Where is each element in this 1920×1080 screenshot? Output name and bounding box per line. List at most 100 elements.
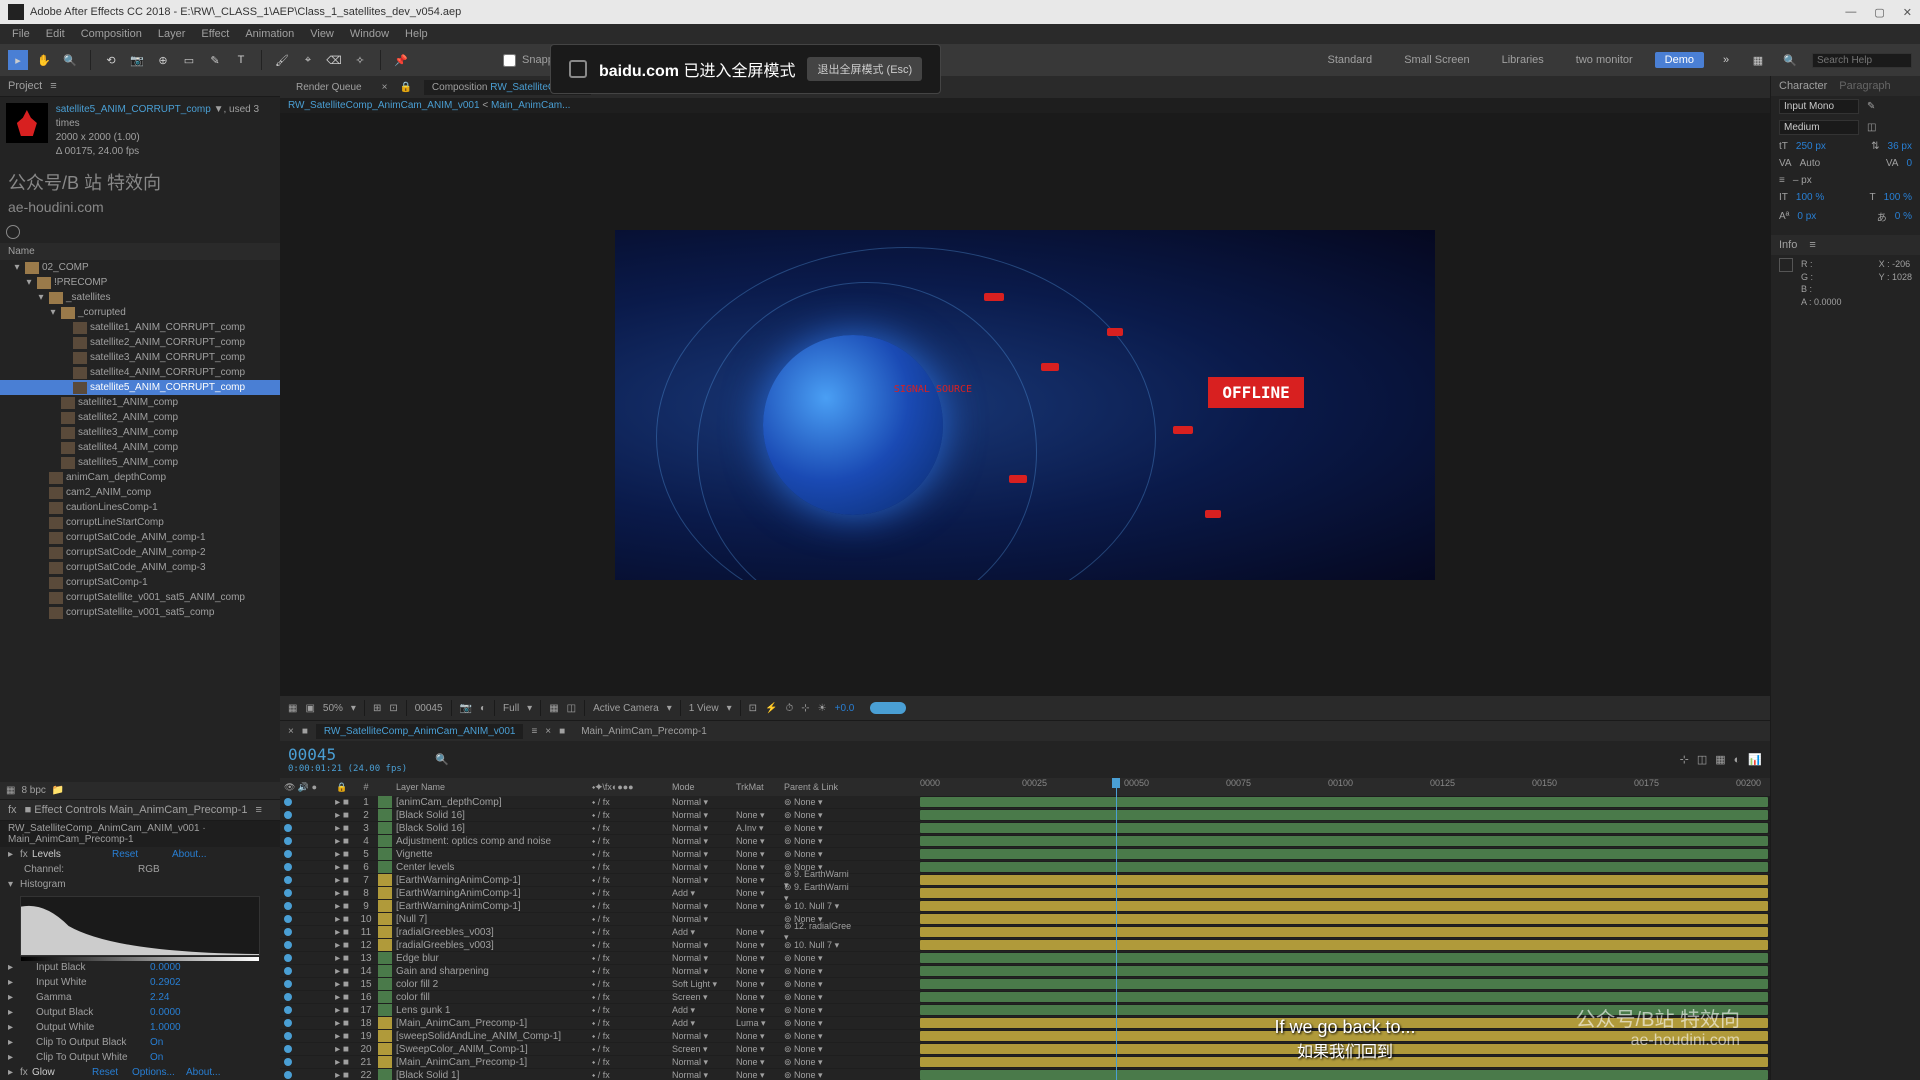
tree-item[interactable]: satellite1_ANIM_comp: [0, 395, 280, 410]
character-tab[interactable]: Character: [1779, 80, 1827, 92]
font-family-input[interactable]: [1779, 99, 1859, 114]
current-timecode[interactable]: 00045: [288, 745, 407, 764]
tree-item[interactable]: satellite3_ANIM_comp: [0, 425, 280, 440]
zoom-tool[interactable]: 🔍: [60, 50, 80, 70]
hscale-value[interactable]: 100 %: [1884, 192, 1912, 203]
tree-item[interactable]: cam2_ANIM_comp: [0, 485, 280, 500]
project-panel-tab[interactable]: Project ≡: [0, 76, 280, 97]
options-link[interactable]: Options...: [132, 1067, 186, 1078]
reset-link[interactable]: Reset: [112, 849, 172, 860]
layer-row[interactable]: ▸ ■16color fill⬩ / fxScreen ▾None ▾⊚ Non…: [280, 991, 920, 1004]
panel-menu-icon[interactable]: ≡: [1809, 239, 1815, 251]
layer-row[interactable]: ▸ ■21[Main_AnimCam_Precomp-1]⬩ / fxNorma…: [280, 1056, 920, 1069]
composition-viewport[interactable]: SIGNAL SOURCE OFFLINE: [280, 113, 1770, 696]
workspace-two-monitor[interactable]: two monitor: [1566, 52, 1643, 68]
flowchart-icon[interactable]: ⊹: [801, 703, 809, 714]
tree-item[interactable]: ▾02_COMP: [0, 260, 280, 275]
new-folder-icon[interactable]: 📁: [52, 785, 64, 796]
track-bar[interactable]: [920, 887, 1770, 900]
layer-row[interactable]: ▸ ■15color fill 2⬩ / fxSoft Light ▾None …: [280, 978, 920, 991]
tree-item[interactable]: corruptSatComp-1: [0, 575, 280, 590]
histogram-display[interactable]: [20, 896, 260, 956]
track-bar[interactable]: [920, 1069, 1770, 1080]
menu-edit[interactable]: Edit: [38, 28, 73, 40]
item-name-caret[interactable]: ▼: [214, 104, 224, 115]
menu-view[interactable]: View: [302, 28, 342, 40]
eraser-tool[interactable]: ⌫: [324, 50, 344, 70]
tree-item[interactable]: corruptLineStartComp: [0, 515, 280, 530]
brush-tool[interactable]: 🖌: [272, 50, 292, 70]
layer-row[interactable]: ▸ ■3[Black Solid 16]⬩ / fxNormal ▾A.Inv …: [280, 822, 920, 835]
puppet-tool[interactable]: 📌: [391, 50, 411, 70]
layer-row[interactable]: ▸ ■19[sweepSolidAndLine_ANIM_Comp-1]⬩ / …: [280, 1030, 920, 1043]
tree-item[interactable]: satellite5_ANIM_CORRUPT_comp: [0, 380, 280, 395]
motion-blur-icon[interactable]: ◐: [1734, 754, 1741, 766]
effect-property[interactable]: ▸Input White0.2902: [0, 975, 280, 990]
maximize-button[interactable]: ▢: [1874, 6, 1884, 19]
camera-tool[interactable]: 📷: [127, 50, 147, 70]
timeline-tab-active[interactable]: RW_SatelliteComp_AnimCam_ANIM_v001: [316, 724, 524, 739]
tree-item[interactable]: corruptSatellite_v001_sat5_ANIM_comp: [0, 590, 280, 605]
pan-behind-tool[interactable]: ⊕: [153, 50, 173, 70]
project-name-column[interactable]: Name: [0, 243, 280, 260]
fast-preview-icon[interactable]: ⚡: [765, 703, 777, 714]
menu-help[interactable]: Help: [397, 28, 436, 40]
track-bar[interactable]: [920, 822, 1770, 835]
bit-depth[interactable]: 8 bpc: [21, 785, 45, 796]
info-tab[interactable]: Info: [1779, 239, 1797, 251]
interpret-icon[interactable]: ▦: [6, 785, 15, 796]
tree-item[interactable]: satellite1_ANIM_CORRUPT_comp: [0, 320, 280, 335]
track-bar[interactable]: [920, 796, 1770, 809]
track-bar[interactable]: [920, 952, 1770, 965]
track-bar[interactable]: [920, 874, 1770, 887]
about-link[interactable]: About...: [186, 1067, 220, 1078]
eyedropper-icon[interactable]: ✎: [1867, 101, 1875, 112]
menu-effect[interactable]: Effect: [193, 28, 237, 40]
text-tool[interactable]: T: [231, 50, 251, 70]
panel-menu-icon[interactable]: ≡: [531, 726, 537, 737]
tab-marker-icon[interactable]: ■: [559, 726, 565, 737]
layer-row[interactable]: ▸ ■8[EarthWarningAnimComp-1]⬩ / fxAdd ▾N…: [280, 887, 920, 900]
timeline-icon[interactable]: ⏱: [785, 703, 793, 714]
track-bar[interactable]: [920, 900, 1770, 913]
tree-item[interactable]: ▾_satellites: [0, 290, 280, 305]
tab-close-icon[interactable]: ×: [288, 726, 294, 737]
graph-editor-icon[interactable]: 📊: [1748, 753, 1762, 766]
panel-menu-icon[interactable]: ≡: [50, 80, 56, 92]
track-bar[interactable]: [920, 835, 1770, 848]
track-bar[interactable]: [920, 978, 1770, 991]
workspace-demo[interactable]: Demo: [1655, 52, 1704, 68]
zoom-dropdown[interactable]: 50%: [323, 703, 343, 714]
paragraph-tab[interactable]: Paragraph: [1839, 80, 1890, 92]
effect-property[interactable]: ▸Output White1.0000: [0, 1020, 280, 1035]
pixel-aspect-icon[interactable]: ⊡: [749, 703, 757, 714]
menu-composition[interactable]: Composition: [73, 28, 150, 40]
mask-icon[interactable]: ◫: [567, 703, 576, 714]
reset-link[interactable]: Reset: [92, 1067, 132, 1078]
tab-lock-icon[interactable]: ■: [302, 726, 308, 737]
layer-row[interactable]: ▸ ■14Gain and sharpening⬩ / fxNormal ▾No…: [280, 965, 920, 978]
snapshot-icon[interactable]: 📷: [460, 703, 472, 714]
close-button[interactable]: ✕: [1903, 6, 1912, 19]
track-bar[interactable]: [920, 861, 1770, 874]
tab-lock-icon[interactable]: 🔒: [399, 82, 411, 93]
panel-menu-icon[interactable]: ≡: [255, 804, 261, 816]
effect-property[interactable]: ▸Output Black0.0000: [0, 1005, 280, 1020]
playhead[interactable]: [1116, 778, 1117, 1080]
tree-item[interactable]: satellite4_ANIM_CORRUPT_comp: [0, 365, 280, 380]
menu-layer[interactable]: Layer: [150, 28, 194, 40]
comp-mini-flowchart-icon[interactable]: ⊹: [1680, 753, 1689, 766]
tree-item[interactable]: satellite3_ANIM_CORRUPT_comp: [0, 350, 280, 365]
layer-row[interactable]: ▸ ■13Edge blur⬩ / fxNormal ▾None ▾⊚ None…: [280, 952, 920, 965]
exposure-slider[interactable]: [870, 702, 906, 714]
draft3d-icon[interactable]: ◫: [1697, 753, 1707, 766]
baseline-value[interactable]: 0 px: [1797, 211, 1816, 222]
workspace-libraries[interactable]: Libraries: [1492, 52, 1554, 68]
vscale-value[interactable]: 100 %: [1796, 192, 1824, 203]
tracking-value[interactable]: 0: [1906, 158, 1912, 169]
tree-item[interactable]: corruptSatCode_ANIM_comp-2: [0, 545, 280, 560]
tree-item[interactable]: animCam_depthComp: [0, 470, 280, 485]
mag-icon[interactable]: ▦: [288, 703, 297, 714]
track-bar[interactable]: [920, 926, 1770, 939]
resolution-dropdown[interactable]: Full: [503, 703, 519, 714]
